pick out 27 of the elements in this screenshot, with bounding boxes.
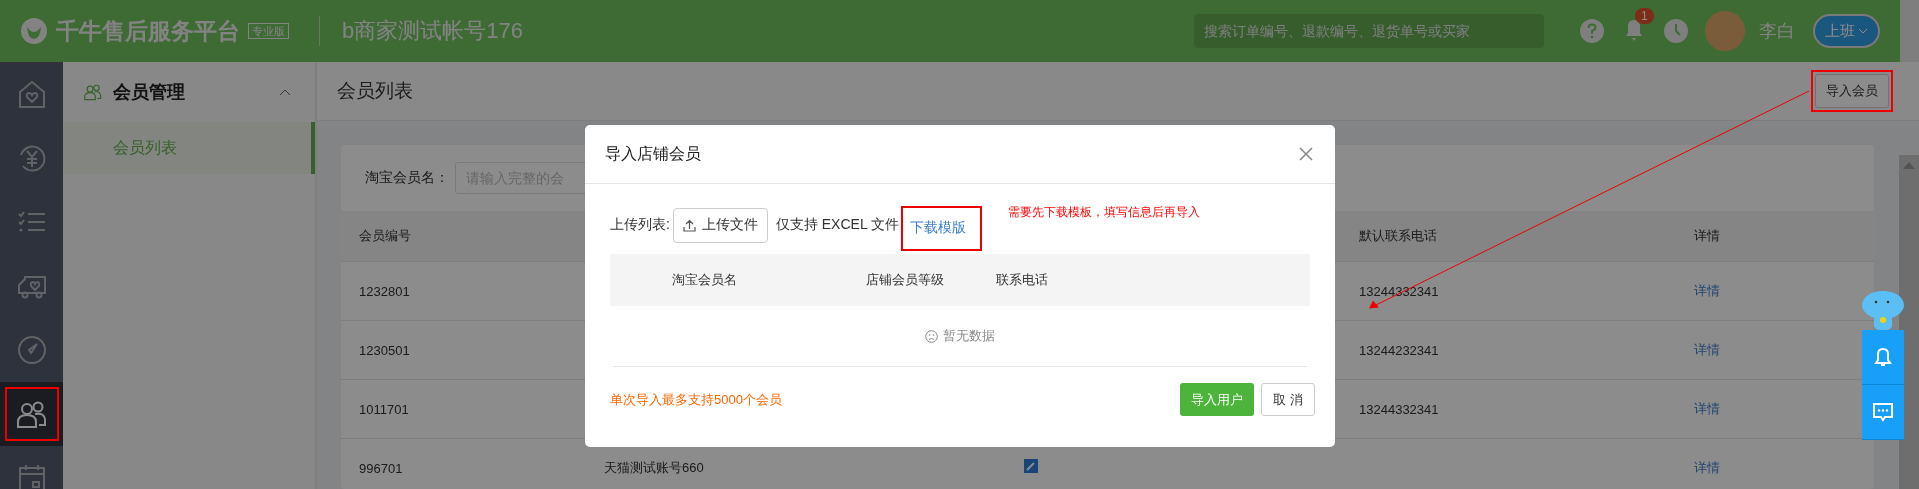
edition-badge: 专业版 bbox=[248, 23, 289, 39]
limit-note: 单次导入最多支持5000个会员 bbox=[610, 390, 783, 409]
submenu-title: 会员管理 bbox=[113, 81, 186, 104]
column-header: 店铺会员等级 bbox=[866, 271, 945, 289]
upload-label: 上传列表: bbox=[610, 216, 670, 234]
column-header: 默认联系电话 bbox=[1358, 227, 1438, 245]
page-title: 会员列表 bbox=[337, 79, 414, 103]
table-cell-text: 1230501 bbox=[358, 342, 411, 358]
annotation-note: 需要先下载模板，填写信息后再导入 bbox=[1008, 204, 1201, 221]
upload-hint: 仅支持 EXCEL 文件 bbox=[775, 216, 900, 234]
column-header: 淘宝会员名 bbox=[671, 271, 738, 289]
table-cell-text: 13244232341 bbox=[1358, 342, 1440, 358]
user-name: 李白 bbox=[1759, 20, 1795, 43]
logo-text: 千牛售后服务平台 bbox=[56, 16, 240, 46]
account-name: b商家测试帐号176 bbox=[342, 17, 523, 45]
column-header: 详情 bbox=[1693, 227, 1721, 245]
table-cell-text: 13244332341 bbox=[1358, 401, 1440, 417]
table-cell-text: 996701 bbox=[358, 460, 404, 476]
dialog-title: 导入店铺会员 bbox=[605, 143, 702, 164]
field-label: 淘宝会员名： bbox=[365, 169, 449, 187]
table-cell-text: 1011701 bbox=[358, 401, 410, 417]
empty-text: 暂无数据 bbox=[943, 327, 995, 345]
table-cell-text: 1232801 bbox=[358, 283, 411, 299]
column-header: 联系电话 bbox=[996, 271, 1049, 289]
column-header: 会员编号 bbox=[358, 227, 412, 245]
table-cell-text: 天猫测试账号660 bbox=[603, 459, 705, 477]
notification-badge: 1 bbox=[1635, 8, 1654, 24]
